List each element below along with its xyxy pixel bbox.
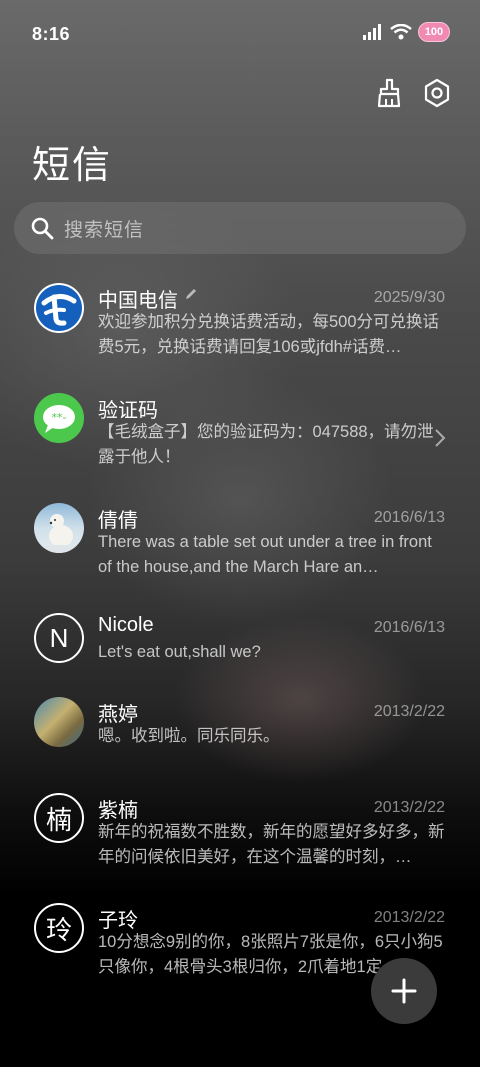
- landscape-avatar: [34, 697, 84, 747]
- conversation-item[interactable]: **- 验证码 【毛绒盒子】您的验证码为：047588，请勿泄露于他人！: [0, 382, 480, 490]
- status-bar: 8:16 100: [0, 0, 480, 68]
- status-icons: 100: [362, 22, 450, 42]
- polar-bear-icon: [34, 514, 84, 553]
- letter-avatar: N: [34, 613, 84, 663]
- conversation-item[interactable]: 倩倩 2016/6/13 There was a table set out u…: [0, 492, 480, 600]
- message-date: 2013/2/22: [373, 703, 445, 720]
- polar-bear-avatar: [34, 503, 84, 553]
- message-preview: 欢迎参加积分兑换话费活动，每500分可兑换话费5元，兑换话费请回复106或jfd…: [98, 313, 440, 356]
- conversation-item[interactable]: 燕婷 2013/2/22 嗯。收到啦。同乐同乐。: [0, 686, 480, 794]
- message-date: 2013/2/22: [373, 799, 445, 816]
- conversation-item[interactable]: 中国电信 2025/9/30 欢迎参加积分兑换话费活动，每500分可兑换话费5元…: [0, 272, 480, 380]
- wifi-icon: [390, 24, 412, 40]
- message-date: 2016/6/13: [373, 509, 445, 526]
- signal-icon: [363, 24, 381, 40]
- contact-name: 倩倩: [98, 510, 138, 532]
- chevron-right-icon: [435, 429, 446, 447]
- gear-icon: [424, 78, 450, 108]
- plus-icon: [391, 978, 417, 1004]
- contact-name: 中国电信: [98, 284, 198, 313]
- message-preview: 【毛绒盒子】您的验证码为：047588，请勿泄露于他人！: [98, 423, 434, 466]
- search-icon: [31, 217, 54, 240]
- message-preview: 新年的祝福数不胜数，新年的愿望好多好多，新年的问候依旧美好，在这个温馨的时刻，…: [98, 823, 445, 866]
- sms-avatar: **-: [34, 393, 84, 443]
- message-date: 2016/6/13: [373, 619, 445, 636]
- broom-icon: [377, 78, 401, 108]
- contact-name: 验证码: [98, 400, 158, 422]
- svg-text:**-: **-: [52, 411, 67, 424]
- contact-name: 燕婷: [98, 704, 138, 726]
- search-placeholder: 搜索短信: [64, 219, 145, 241]
- pencil-icon: [185, 289, 196, 299]
- conversation-item[interactable]: 楠 紫楠 2013/2/22 新年的祝福数不胜数，新年的愿望好多好多，新年的问候…: [0, 782, 480, 890]
- telecom-logo-avatar: [34, 283, 84, 333]
- letter-avatar: 玲: [34, 903, 84, 953]
- new-message-button[interactable]: [371, 958, 437, 1024]
- message-date: 2013/2/22: [373, 909, 445, 926]
- message-preview: 嗯。收到啦。同乐同乐。: [98, 727, 280, 745]
- chat-bubble-icon: **-: [43, 405, 75, 433]
- message-date: 2025/9/30: [373, 289, 445, 306]
- letter-avatar: 楠: [34, 793, 84, 843]
- contact-name: 子玲: [98, 910, 138, 932]
- status-time: 8:16: [32, 24, 71, 44]
- message-preview: Let's eat out,shall we?: [98, 643, 261, 661]
- top-actions: [374, 78, 452, 108]
- contact-name: 紫楠: [98, 800, 138, 822]
- battery-indicator: 100: [418, 22, 450, 42]
- contact-name: Nicole: [98, 614, 154, 636]
- telecom-logo-icon: [36, 285, 82, 331]
- message-preview: There was a table set out under a tree i…: [98, 533, 432, 576]
- settings-button[interactable]: [422, 78, 452, 108]
- search-bar[interactable]: 搜索短信: [14, 202, 466, 254]
- page-title: 短信: [32, 145, 113, 187]
- clean-button[interactable]: [374, 78, 404, 108]
